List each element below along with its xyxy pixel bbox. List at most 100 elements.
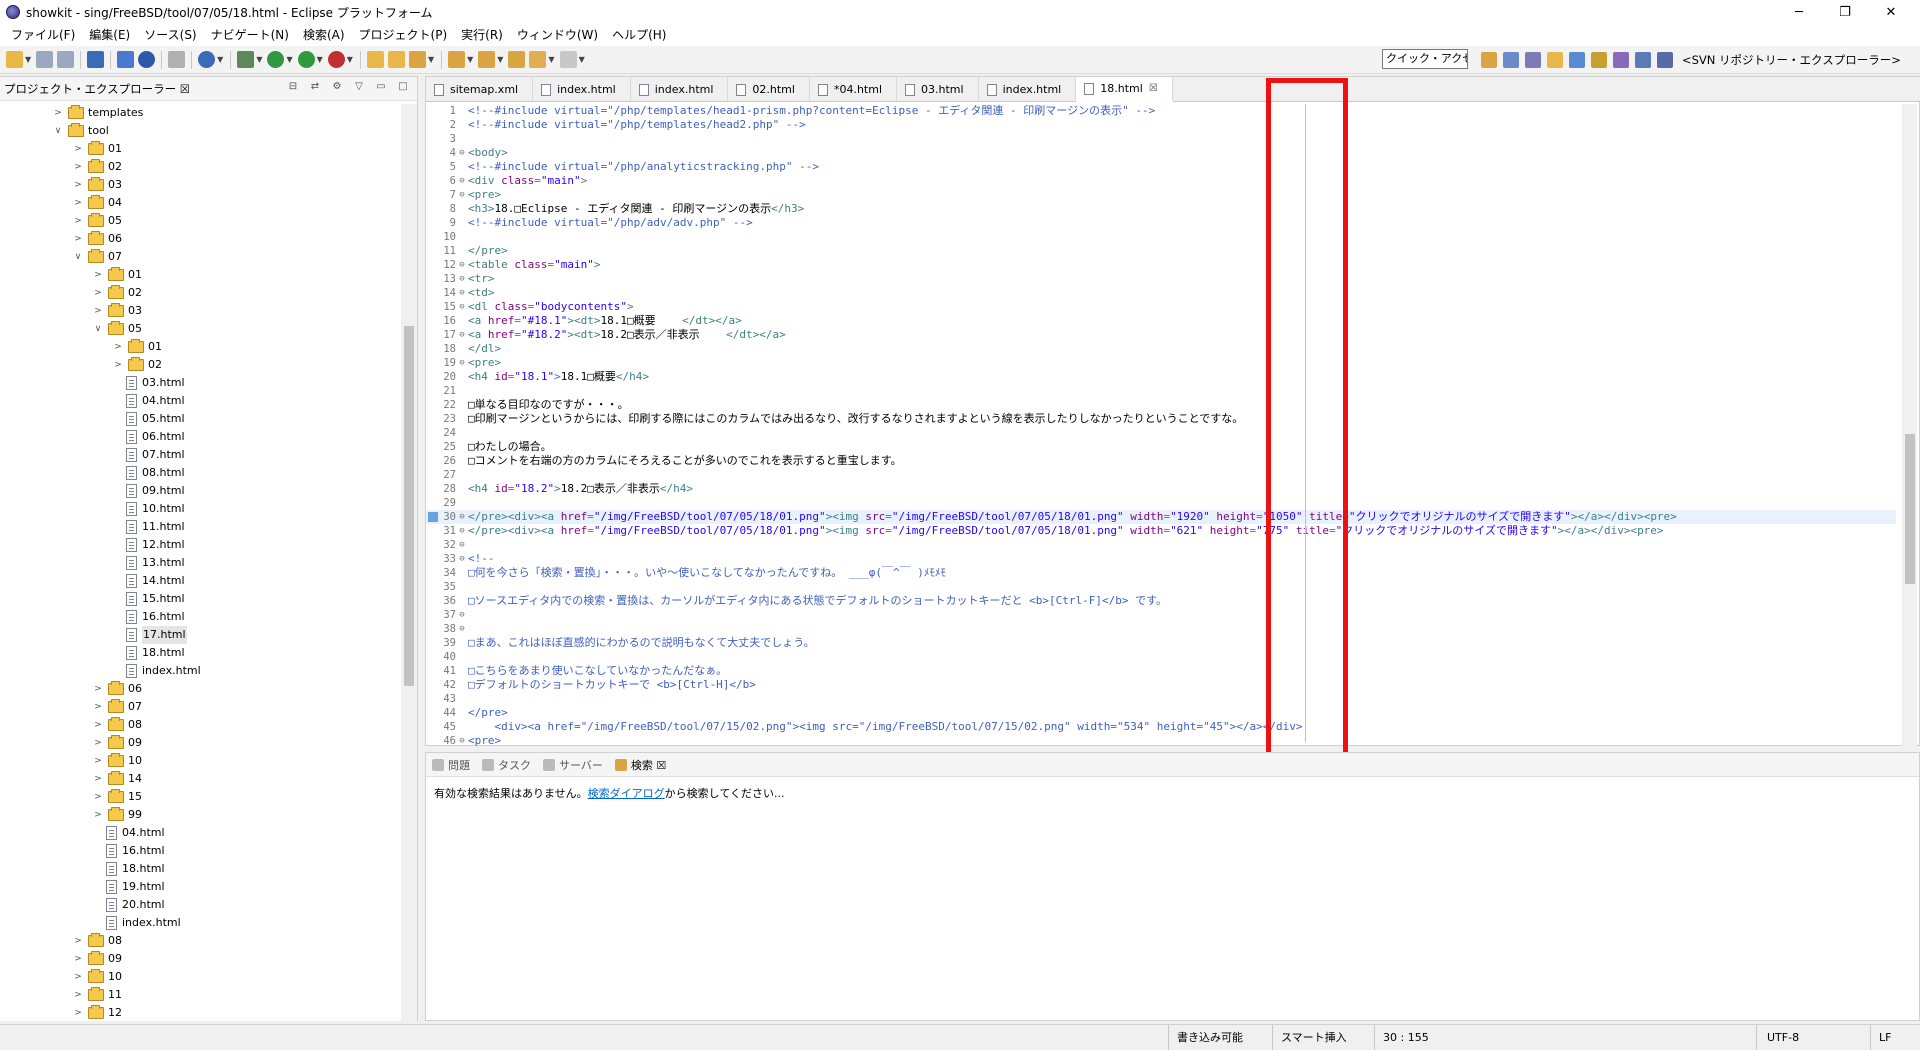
- filter-icon[interactable]: ⚙: [329, 81, 345, 95]
- project-explorer-title[interactable]: プロジェクト・エクスプローラー ☒: [4, 81, 190, 97]
- editor-scrollbar-thumb[interactable]: [1905, 434, 1915, 584]
- tree-file[interactable]: 13.html: [0, 554, 400, 572]
- chevron-right-icon[interactable]: >: [72, 932, 84, 950]
- tree-folder[interactable]: >01: [0, 338, 400, 356]
- fold-marker-icon[interactable]: ⊖: [457, 258, 467, 272]
- fold-marker-icon[interactable]: ⊖: [457, 608, 467, 622]
- chevron-right-icon[interactable]: >: [92, 734, 104, 752]
- tree-folder[interactable]: >02: [0, 356, 400, 374]
- tree-folder[interactable]: >02: [0, 158, 400, 176]
- code-line[interactable]: 12 ⊖ <table class="main">: [426, 258, 1896, 272]
- tree-folder[interactable]: >11: [0, 986, 400, 1004]
- code-line[interactable]: 44 </pre>: [426, 706, 1896, 720]
- fold-marker-icon[interactable]: ⊖: [457, 552, 467, 566]
- open-folder-icon[interactable]: [387, 51, 405, 68]
- tree-folder[interactable]: >09: [0, 950, 400, 968]
- search-dialog-link[interactable]: 検索ダイアログ: [588, 787, 665, 800]
- collapse-all-icon[interactable]: ⊟: [285, 81, 301, 95]
- code-line[interactable]: 38 ⊖: [426, 622, 1896, 636]
- editor-scrollbar[interactable]: [1902, 104, 1917, 747]
- chevron-right-icon[interactable]: >: [72, 986, 84, 1004]
- tree-folder[interactable]: >08: [0, 716, 400, 734]
- source-editor[interactable]: 1 <!--#include virtual="/php/templates/he…: [426, 104, 1896, 747]
- tree-folder[interactable]: >09: [0, 734, 400, 752]
- chevron-down-icon[interactable]: ▼: [286, 55, 292, 64]
- code-line[interactable]: 9 <!--#include virtual="/php/adv/adv.php"…: [426, 216, 1896, 230]
- fold-marker-icon[interactable]: ⊖: [457, 734, 467, 747]
- chevron-right-icon[interactable]: >: [52, 104, 64, 122]
- debug-icon[interactable]: [237, 51, 255, 68]
- chevron-right-icon[interactable]: >: [112, 338, 124, 356]
- chevron-right-icon[interactable]: >: [92, 716, 104, 734]
- chevron-right-icon[interactable]: >: [92, 680, 104, 698]
- tree-file[interactable]: 04.html: [0, 824, 400, 842]
- tree-folder[interactable]: >05: [0, 212, 400, 230]
- chevron-down-icon[interactable]: ▼: [428, 55, 434, 64]
- tab-servers[interactable]: サーバー: [543, 757, 603, 773]
- settings-icon[interactable]: [138, 51, 156, 68]
- tree-folder[interactable]: ∨ 07: [0, 248, 400, 266]
- next-annotation-icon[interactable]: [448, 51, 466, 68]
- chevron-down-icon[interactable]: ▼: [548, 55, 554, 64]
- tree-file[interactable]: 16.html: [0, 842, 400, 860]
- code-line[interactable]: 30 ⊖ </pre><div><a href="/img/FreeBSD/tool…: [426, 510, 1896, 524]
- code-line[interactable]: 41 □こちらをあまり使いこなしていなかったんだなぁ。: [426, 664, 1896, 678]
- tree-file[interactable]: 04.html: [0, 392, 400, 410]
- tree-file[interactable]: 08.html: [0, 464, 400, 482]
- code-line[interactable]: 10: [426, 230, 1896, 244]
- minimize-button[interactable]: ─: [1776, 0, 1822, 24]
- close-icon[interactable]: ☒: [1149, 76, 1158, 101]
- menu-window[interactable]: ウィンドウ(W): [510, 24, 605, 46]
- chevron-right-icon[interactable]: >: [92, 266, 104, 284]
- chevron-down-icon[interactable]: ▼: [25, 55, 31, 64]
- tree-folder[interactable]: >03: [0, 176, 400, 194]
- python-perspective-icon[interactable]: [1591, 52, 1607, 68]
- tree-scrollbar-thumb[interactable]: [404, 326, 414, 686]
- code-line[interactable]: 40: [426, 650, 1896, 664]
- tab-problems[interactable]: 問題: [432, 757, 470, 773]
- pencil-icon[interactable]: [408, 51, 426, 68]
- tree-file[interactable]: 18.html: [0, 860, 400, 878]
- tree-file[interactable]: 09.html: [0, 482, 400, 500]
- tree-folder[interactable]: >15: [0, 788, 400, 806]
- editor-tab[interactable]: index.html: [979, 77, 1077, 102]
- chevron-right-icon[interactable]: >: [92, 284, 104, 302]
- fold-marker-icon[interactable]: ⊖: [457, 356, 467, 370]
- chevron-right-icon[interactable]: >: [72, 158, 84, 176]
- menu-navigate[interactable]: ナビゲート(N): [204, 24, 296, 46]
- editor-tab[interactable]: 18.html ☒: [1076, 77, 1173, 102]
- code-line[interactable]: 21: [426, 384, 1896, 398]
- chevron-right-icon[interactable]: >: [112, 356, 124, 374]
- chevron-down-icon[interactable]: ∨: [72, 248, 84, 266]
- last-edit-icon[interactable]: [508, 51, 526, 68]
- tree-file[interactable]: 06.html: [0, 428, 400, 446]
- tree-folder[interactable]: >12: [0, 1004, 400, 1022]
- code-line[interactable]: 31 ⊖ </pre><div><a href="/img/FreeBSD/tool…: [426, 524, 1896, 538]
- chevron-down-icon[interactable]: ∨: [52, 122, 64, 140]
- code-line[interactable]: 27: [426, 468, 1896, 482]
- code-line[interactable]: 19 ⊖ <pre>: [426, 356, 1896, 370]
- open-perspective-icon[interactable]: [1481, 52, 1497, 68]
- editor-tab[interactable]: 03.html: [897, 77, 979, 102]
- tab-tasks[interactable]: タスク: [482, 757, 531, 773]
- menu-file[interactable]: ファイル(F): [4, 24, 82, 46]
- code-line[interactable]: 8 <h3>18.□Eclipse - エディタ関連 - 印刷マージンの表示</h…: [426, 202, 1896, 216]
- fold-marker-icon[interactable]: ⊖: [457, 188, 467, 202]
- code-line[interactable]: 1 <!--#include virtual="/php/templates/he…: [426, 104, 1896, 118]
- tree-folder[interactable]: >14: [0, 770, 400, 788]
- code-line[interactable]: 39 □まあ、これはほぼ直感的にわかるので説明もなくて大丈夫でしょう。: [426, 636, 1896, 650]
- tree-folder[interactable]: >08: [0, 932, 400, 950]
- tree-file[interactable]: index.html: [0, 914, 400, 932]
- debug-perspective-icon[interactable]: [1635, 52, 1651, 68]
- web-perspective-icon[interactable]: [1525, 52, 1541, 68]
- link-editor-icon[interactable]: ⇄: [307, 81, 323, 95]
- terminal-icon[interactable]: [87, 51, 105, 68]
- chevron-right-icon[interactable]: >: [72, 1004, 84, 1022]
- code-line[interactable]: 14 ⊖ <td>: [426, 286, 1896, 300]
- new-icon[interactable]: [6, 51, 23, 68]
- tree-folder[interactable]: >04: [0, 194, 400, 212]
- editor-tab[interactable]: index.html: [631, 77, 729, 102]
- fold-marker-icon[interactable]: ⊖: [457, 538, 467, 552]
- tree-folder[interactable]: >06: [0, 680, 400, 698]
- tree-folder[interactable]: >06: [0, 230, 400, 248]
